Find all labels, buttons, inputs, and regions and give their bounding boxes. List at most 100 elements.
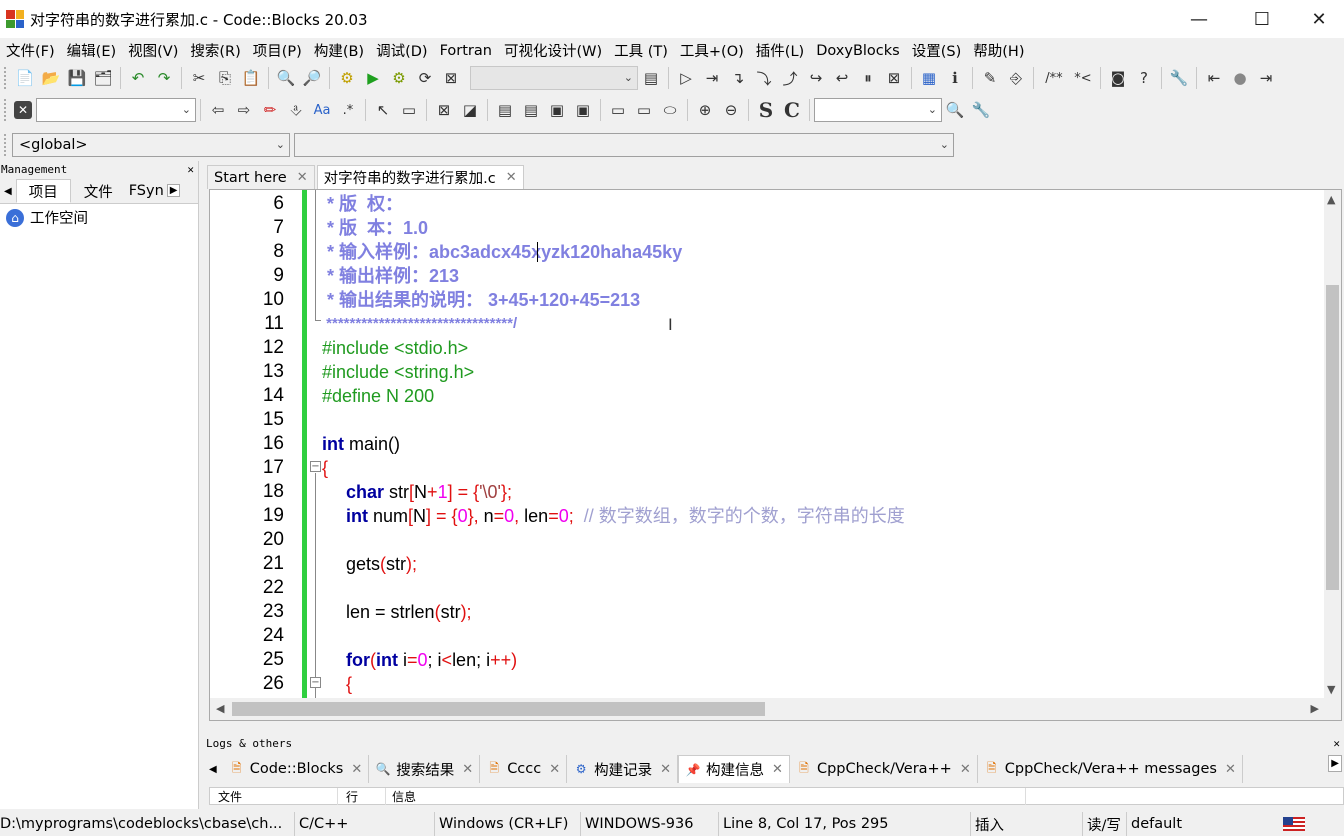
save-icon[interactable]: 💾: [66, 67, 88, 89]
jump-forward-icon[interactable]: ⇥: [1255, 67, 1277, 89]
find-icon[interactable]: 🔍: [275, 67, 297, 89]
menu-tools-plus[interactable]: 工具+(O): [674, 40, 750, 61]
help-icon[interactable]: ?: [1133, 67, 1155, 89]
search-combo[interactable]: ⌄: [36, 98, 196, 122]
build-gear-icon[interactable]: ⚙: [336, 67, 358, 89]
regex-icon[interactable]: .*: [337, 99, 359, 121]
find-next-icon[interactable]: ⇨: [233, 99, 255, 121]
toolbar-grip[interactable]: [4, 67, 9, 89]
column-file[interactable]: 文件: [210, 787, 338, 805]
step-into-instruction-icon[interactable]: ↩: [831, 67, 853, 89]
log-tab-cppcheck-messages[interactable]: 🗎 CppCheck/Vera++ messages ✕: [978, 755, 1243, 783]
menu-debug[interactable]: 调试(D): [370, 40, 433, 61]
next-instruction-icon[interactable]: ↪: [805, 67, 827, 89]
block-4-icon[interactable]: ▣: [572, 99, 594, 121]
flow-2-icon[interactable]: ▭: [633, 99, 655, 121]
debug-info-icon[interactable]: ℹ: [944, 67, 966, 89]
run-icon[interactable]: ▶: [362, 67, 384, 89]
column-message[interactable]: 信息: [386, 787, 1026, 805]
line-comment-icon[interactable]: *<: [1072, 67, 1094, 89]
function-select[interactable]: ⌄: [294, 133, 954, 157]
clear-search-icon[interactable]: ✕: [14, 101, 32, 119]
shape-slash-icon[interactable]: ◪: [459, 99, 481, 121]
logs-scroll-right-icon[interactable]: ▶: [1328, 755, 1342, 772]
tab-close-icon[interactable]: ✕: [660, 762, 671, 777]
chm-icon[interactable]: ◙: [1107, 67, 1129, 89]
tab-close-icon[interactable]: ✕: [462, 762, 473, 777]
horizontal-scroll-thumb[interactable]: [232, 702, 765, 716]
logs-scroll-left-icon[interactable]: ◀: [209, 764, 217, 775]
tab-close-icon[interactable]: ✕: [297, 170, 308, 185]
next-line-icon[interactable]: ↴: [727, 67, 749, 89]
new-file-icon[interactable]: 📄: [14, 67, 36, 89]
find-prev-icon[interactable]: ⇦: [207, 99, 229, 121]
logs-close-button[interactable]: ✕: [1333, 737, 1340, 750]
block-3-icon[interactable]: ▣: [546, 99, 568, 121]
column-line[interactable]: 行: [338, 787, 386, 805]
tab-close-icon[interactable]: ✕: [772, 762, 783, 777]
tab-scroll-left-icon[interactable]: ◀: [4, 186, 12, 197]
menu-file[interactable]: 文件(F): [0, 40, 61, 61]
cut-icon[interactable]: ✂: [188, 67, 210, 89]
debug-windows-icon[interactable]: ▦: [918, 67, 940, 89]
symbol-c-icon[interactable]: C: [781, 98, 803, 122]
open-file-icon[interactable]: 📂: [40, 67, 62, 89]
log-tab-cccc[interactable]: 🗎 Cccc ✕: [480, 755, 568, 783]
step-into-icon[interactable]: ⤵: [753, 67, 775, 89]
scope-select[interactable]: <global> ⌄: [12, 133, 290, 157]
stop-debug-icon[interactable]: ⊠: [883, 67, 905, 89]
tab-fsymbols[interactable]: FSyn: [126, 179, 167, 203]
log-tab-search-results[interactable]: 🔍 搜索结果 ✕: [369, 755, 481, 783]
code-editor[interactable]: 6 7 8 9 10 11 12 13 14 15 16 17 18 19 20 21 22 23 24 25 26 −…: [209, 189, 1342, 721]
tab-close-icon[interactable]: ✕: [960, 762, 971, 777]
flow-3-icon[interactable]: ⬭: [659, 99, 681, 121]
menu-view[interactable]: 视图(V): [122, 40, 184, 61]
shape-x-icon[interactable]: ⊠: [433, 99, 455, 121]
target-options-icon[interactable]: ▤: [640, 67, 662, 89]
selection-only-icon[interactable]: ⎀: [285, 99, 307, 121]
tab-current-file[interactable]: 对字符串的数字进行累加.c ✕: [316, 165, 524, 189]
step-out-icon[interactable]: ⤴: [779, 67, 801, 89]
maximize-button[interactable]: ☐: [1233, 0, 1291, 38]
menu-search[interactable]: 搜索(R): [184, 40, 246, 61]
build-target-select[interactable]: ⌄: [470, 66, 638, 90]
block-1-icon[interactable]: ▤: [494, 99, 516, 121]
doxy-wizard-icon[interactable]: ✎: [979, 67, 1001, 89]
horizontal-scrollbar[interactable]: ◀ ▶: [210, 698, 1341, 720]
log-tab-build-log[interactable]: ⚙ 构建记录 ✕: [567, 755, 679, 783]
run-to-cursor-icon[interactable]: ⇥: [701, 67, 723, 89]
vertical-scroll-thumb[interactable]: [1326, 285, 1339, 590]
zoom-in-icon[interactable]: ⊕: [694, 99, 716, 121]
jump-back-icon[interactable]: ⇤: [1203, 67, 1225, 89]
menu-tools[interactable]: 工具 (T): [608, 40, 674, 61]
log-tab-build-messages[interactable]: 📌 构建信息 ✕: [678, 755, 790, 783]
build-and-run-icon[interactable]: ⚙: [388, 67, 410, 89]
block-2-icon[interactable]: ▤: [520, 99, 542, 121]
redo-icon[interactable]: ↷: [153, 67, 175, 89]
match-case-icon[interactable]: Aa: [311, 99, 333, 121]
menu-fortran[interactable]: Fortran: [434, 43, 498, 59]
tab-close-icon[interactable]: ✕: [549, 762, 560, 777]
tab-start-here[interactable]: Start here ✕: [207, 165, 315, 189]
block-comment-icon[interactable]: /**: [1040, 67, 1068, 89]
log-tab-codeblocks[interactable]: 🗎 Code::Blocks ✕: [223, 755, 370, 783]
zoom-out-icon[interactable]: ⊖: [720, 99, 742, 121]
menu-plugins[interactable]: 插件(L): [750, 40, 810, 61]
symbol-s-icon[interactable]: S: [755, 98, 777, 122]
tab-projects[interactable]: 项目: [15, 179, 71, 203]
fold-toggle-icon[interactable]: −: [310, 677, 321, 688]
replace-icon[interactable]: 🔎: [301, 67, 323, 89]
minimize-button[interactable]: —: [1170, 0, 1228, 38]
symbol-combo[interactable]: ⌄: [814, 98, 942, 122]
workspace-node[interactable]: ⌂ 工作空间: [0, 204, 198, 231]
menu-project[interactable]: 项目(P): [247, 40, 308, 61]
wrench-icon[interactable]: 🔧: [1168, 67, 1190, 89]
menu-edit[interactable]: 编辑(E): [61, 40, 122, 61]
management-close-button[interactable]: ✕: [187, 163, 194, 176]
tab-scroll-right-icon[interactable]: ▶: [166, 184, 181, 197]
pointer-icon[interactable]: ↖: [372, 99, 394, 121]
abort-icon[interactable]: ⊠: [440, 67, 462, 89]
doxy-extract-icon[interactable]: ⎆: [1005, 67, 1027, 89]
tab-close-icon[interactable]: ✕: [506, 170, 517, 185]
undo-icon[interactable]: ↶: [127, 67, 149, 89]
